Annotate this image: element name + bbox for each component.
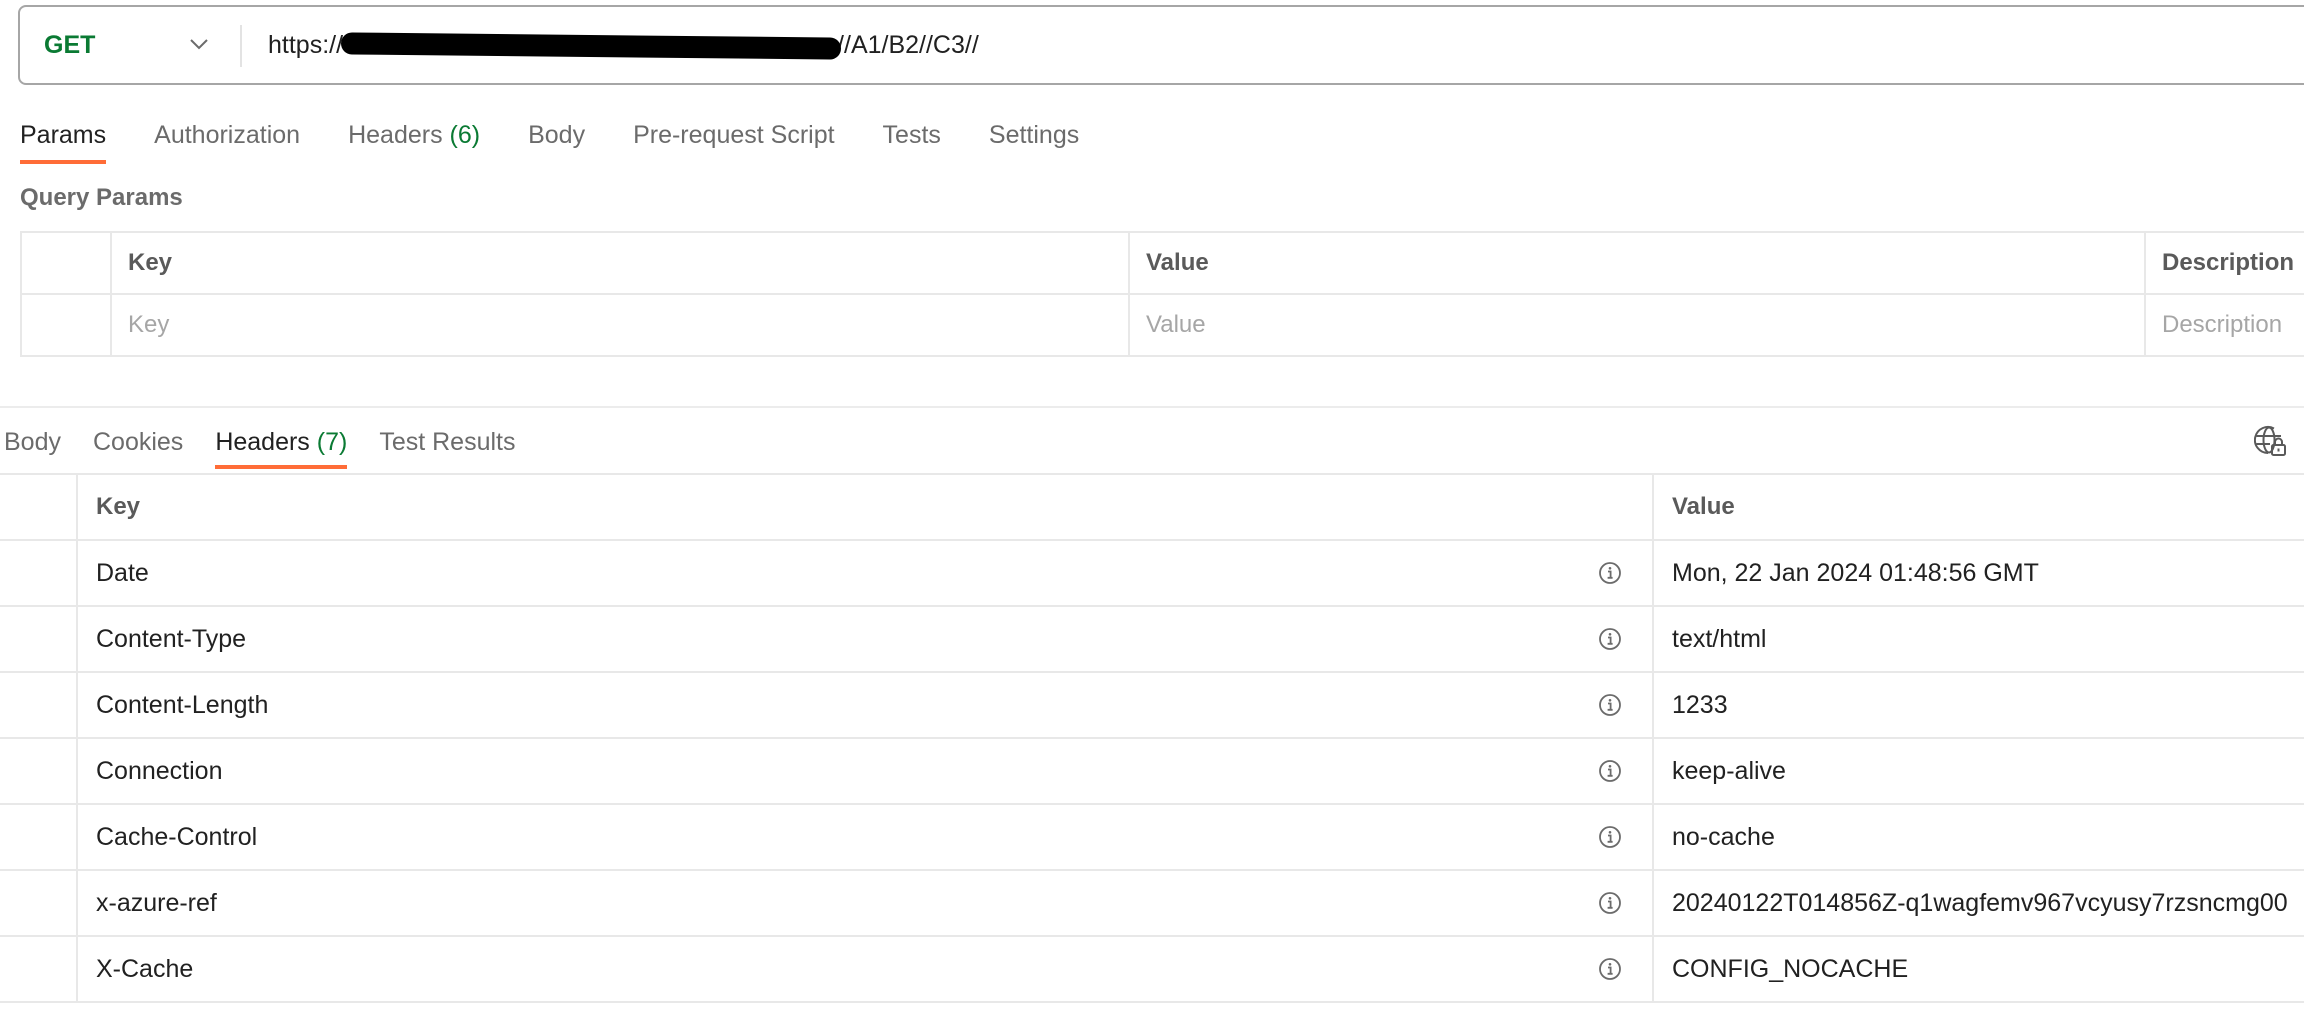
header-key-cell: Connection [77,737,1654,805]
tab-label: Headers [215,427,310,456]
active-tab-indicator [20,159,107,164]
url-bar: GET https:// //A1/B2//C3// [18,5,2304,85]
info-icon[interactable] [1598,561,1622,585]
tab-label: Cookies [92,427,184,456]
tab-label: Tests [882,120,941,149]
tab-body[interactable]: Body [528,121,585,150]
info-icon[interactable] [1598,891,1622,915]
query-params-new-row: Key Value Description [20,293,2304,357]
header-value: CONFIG_NOCACHE [1653,935,2304,1003]
tab-authorization[interactable]: Authorization [154,121,300,150]
key-input[interactable]: Key [110,293,1130,357]
table-row: Content-Type text/html [0,605,2304,673]
tab-label: Body [528,120,586,149]
row-gutter [0,605,78,673]
header-value: 20240122T014856Z-q1wagfemv967vcyusy7rzsn… [1653,869,2304,937]
tab-label: Settings [988,120,1080,149]
checkbox-column-header [20,231,112,295]
url-prefix: https:// [268,31,344,59]
row-gutter [0,671,78,739]
url-input[interactable]: https:// //A1/B2//C3// [268,7,979,83]
tab-label: Test Results [379,427,516,456]
row-gutter [0,935,78,1003]
column-header-value: Value [1653,473,2304,541]
header-key-cell: x-azure-ref [77,869,1654,937]
url-bar-divider [240,25,242,67]
row-gutter [0,539,78,607]
info-icon[interactable] [1598,825,1622,849]
tab-params[interactable]: Params [20,120,107,164]
url-redaction [340,32,842,61]
active-tab-indicator [215,464,348,469]
query-params-header-row: Key Value Description [20,231,2304,295]
response-tabs: Body Cookies Headers (7) Test Results [4,422,548,469]
table-row: X-Cache CONFIG_NOCACHE [0,935,2304,1003]
header-key: X-Cache [96,954,194,983]
table-row: Cache-Control no-cache [0,803,2304,871]
response-headers-table: Key Value Date Mon, 22 Jan 2024 01:48:56 … [0,473,2304,1003]
header-key: Date [96,558,149,587]
tab-headers[interactable]: Headers (6) [348,121,480,150]
table-row: Content-Length 1233 [0,671,2304,739]
row-gutter [0,737,78,805]
table-row: x-azure-ref 20240122T014856Z-q1wagfemv967… [0,869,2304,937]
method-label: GET [44,31,96,59]
header-key-cell: Date [77,539,1654,607]
header-value: text/html [1653,605,2304,673]
tab-settings[interactable]: Settings [989,121,1079,150]
row-gutter [0,473,78,541]
method-select[interactable]: GET [44,7,95,83]
globe-lock-icon[interactable] [2254,424,2288,458]
header-value: 1233 [1653,671,2304,739]
response-tab-test-results[interactable]: Test Results [379,428,515,457]
pane-divider[interactable] [0,406,2304,408]
response-tab-headers[interactable]: Headers (7) [215,427,348,469]
row-gutter [0,869,78,937]
tab-label: Params [20,120,107,149]
header-key: Cache-Control [96,822,258,851]
url-suffix: //A1/B2//C3// [837,31,979,59]
table-row: Date Mon, 22 Jan 2024 01:48:56 GMT [0,539,2304,607]
header-value: keep-alive [1653,737,2304,805]
tab-label: Headers [348,120,443,149]
header-key-cell: Cache-Control [77,803,1654,871]
tab-tests[interactable]: Tests [883,121,941,150]
column-header-key: Key [77,473,1654,541]
tab-label: Authorization [154,120,301,149]
header-key-cell: Content-Type [77,605,1654,673]
row-checkbox-cell [20,293,112,357]
request-tabs: Params Authorization Headers (6) Body Pre-re… [20,115,1127,164]
info-icon[interactable] [1598,759,1622,783]
header-key-cell: Content-Length [77,671,1654,739]
tab-count-badge: (7) [316,427,348,456]
table-row: Connection keep-alive [0,737,2304,805]
description-input[interactable]: Description [2144,293,2304,357]
header-key: Content-Length [96,690,269,719]
response-tab-body[interactable]: Body [4,428,61,457]
tab-count-badge: (6) [449,120,481,149]
header-value: no-cache [1653,803,2304,871]
query-params-title: Query Params [20,184,183,211]
header-value: Mon, 22 Jan 2024 01:48:56 GMT [1653,539,2304,607]
tab-label: Body [4,427,61,456]
column-header-key: Key [110,231,1130,295]
header-key: Content-Type [96,624,247,653]
header-key-cell: X-Cache [77,935,1654,1003]
row-gutter [0,803,78,871]
tab-label: Pre-request Script [633,120,835,149]
header-key: x-azure-ref [96,888,217,917]
column-header-description: Description [2144,231,2304,295]
column-header-value: Value [1128,231,2146,295]
header-key: Connection [96,756,223,785]
tab-pre-request-script[interactable]: Pre-request Script [633,121,834,150]
info-icon[interactable] [1598,693,1622,717]
value-input[interactable]: Value [1128,293,2146,357]
info-icon[interactable] [1598,627,1622,651]
response-headers-header-row: Key Value [0,473,2304,541]
response-tab-cookies[interactable]: Cookies [93,428,183,457]
query-params-table: Key Value Description Key Value Descript… [20,231,2304,357]
info-icon[interactable] [1598,957,1622,981]
chevron-down-icon[interactable] [188,35,210,53]
